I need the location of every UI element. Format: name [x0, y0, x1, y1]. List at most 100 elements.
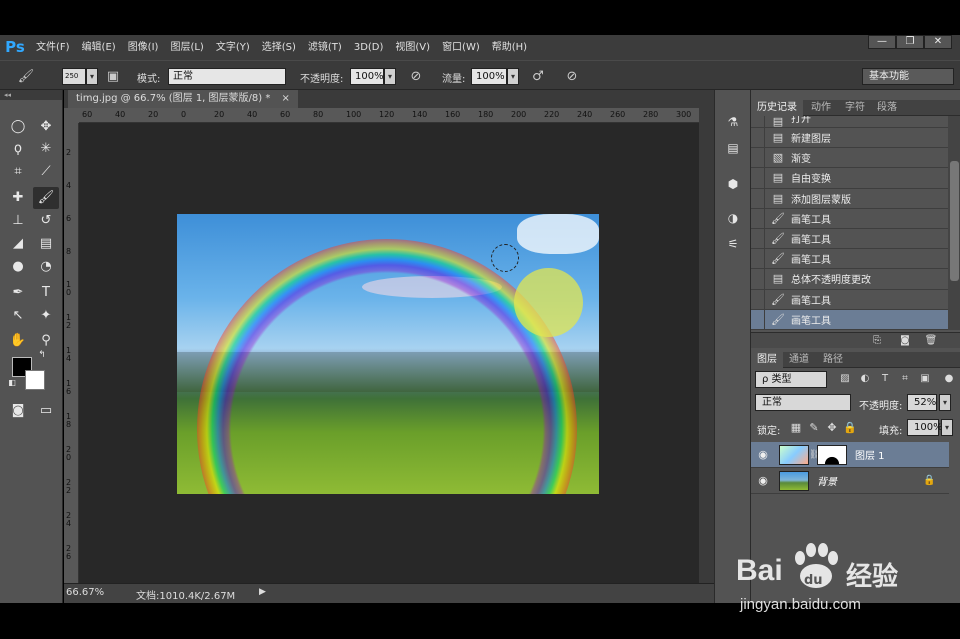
history-brush-tool-icon[interactable]: ↺	[33, 210, 59, 232]
layer-row-layer1[interactable]: ◉ ⛓ 图层 1	[751, 442, 949, 468]
type-tool-icon[interactable]: T	[33, 282, 59, 304]
menu-edit[interactable]: 编辑(E)	[76, 35, 122, 60]
toolbox-collapse-icon[interactable]: ◂◂	[0, 90, 62, 100]
path-selection-tool-icon[interactable]: ↖	[5, 305, 31, 327]
eyedropper-tool-icon[interactable]: ⟋	[33, 161, 59, 183]
brush-size-picker[interactable]: 250	[62, 68, 86, 85]
status-menu-arrow-icon[interactable]: ▶	[259, 587, 266, 597]
menu-select[interactable]: 选择(S)	[256, 35, 302, 60]
blend-mode-select[interactable]: 正常	[755, 394, 851, 411]
smart-object-filter-icon[interactable]: ▣	[917, 371, 933, 387]
brush-tool-icon[interactable]: 🖌	[33, 187, 59, 209]
lock-position-icon[interactable]: ✥	[825, 421, 839, 435]
lock-transparent-icon[interactable]: ▦	[789, 421, 803, 435]
tab-paragraph[interactable]: 段落	[871, 100, 903, 116]
chevron-down-icon[interactable]: ▾	[507, 68, 519, 85]
menu-3d[interactable]: 3D(D)	[348, 35, 390, 60]
menu-window[interactable]: 窗口(W)	[436, 35, 486, 60]
menu-help[interactable]: 帮助(H)	[486, 35, 533, 60]
menu-view[interactable]: 视图(V)	[389, 35, 436, 60]
document-tab[interactable]: timg.jpg @ 66.7% (图层 1, 图层蒙版/8) * ×	[68, 90, 298, 108]
chevron-down-icon[interactable]: ▾	[384, 68, 396, 85]
history-item[interactable]: ▧ 渐变	[751, 147, 948, 169]
pressure-size-icon[interactable]: ⊘	[562, 67, 582, 86]
tab-history[interactable]: 历史记录	[751, 100, 803, 116]
mode-select[interactable]: 正常	[168, 68, 286, 85]
fill-input[interactable]: 100%	[907, 419, 943, 436]
workspace-select[interactable]: 基本功能	[862, 68, 954, 85]
lock-all-icon[interactable]: 🔒	[843, 421, 857, 435]
scroll-thumb[interactable]	[950, 161, 959, 281]
background-color-swatch[interactable]	[25, 370, 45, 390]
vertical-ruler[interactable]: 2 4 6 8 1 0 1 2 1 4 1 6 1 8 2 0 2 2 2 4 …	[64, 123, 79, 583]
screen-mode-icon[interactable]: ▭	[33, 400, 59, 422]
brush-preset-icon[interactable]: 🖌	[16, 67, 36, 86]
adjustments-panel-icon[interactable]: ◑	[723, 208, 743, 228]
horizontal-ruler[interactable]: 60 40 20 0 20 40 60 80 100 120 140 160 1…	[79, 108, 699, 123]
minimize-button[interactable]: —	[868, 35, 896, 49]
tab-paths[interactable]: 路径	[817, 352, 849, 368]
chevron-down-icon[interactable]: ▾	[86, 68, 98, 85]
layer-filter-select[interactable]: ρ 类型	[755, 371, 827, 388]
snapshot-camera-icon[interactable]: ◙	[897, 333, 913, 349]
shape-filter-icon[interactable]: ⌗	[897, 371, 913, 387]
brush-presets-panel-icon[interactable]: ⚗	[723, 112, 743, 132]
history-scrollbar[interactable]	[948, 116, 960, 330]
lock-pixels-icon[interactable]: ✎	[807, 421, 821, 435]
history-item[interactable]: 🖌 画笔工具	[751, 289, 948, 310]
history-item[interactable]: 🖌 画笔工具	[751, 248, 948, 270]
quick-mask-icon[interactable]: ◙	[5, 400, 31, 422]
history-item-selected[interactable]: 🖌 画笔工具	[751, 309, 948, 330]
menu-filter[interactable]: 滤镜(T)	[302, 35, 348, 60]
link-icon[interactable]: ⛓	[809, 450, 820, 460]
gradient-tool-icon[interactable]: ▤	[33, 233, 59, 255]
type-filter-icon[interactable]: T	[877, 371, 893, 387]
history-item[interactable]: 🖌 画笔工具	[751, 208, 948, 229]
pen-tool-icon[interactable]: ✒	[5, 282, 31, 304]
tab-channels[interactable]: 通道	[783, 352, 815, 368]
layer-mask-thumbnail[interactable]	[817, 444, 847, 465]
zoom-level[interactable]: 66.67%	[66, 587, 112, 601]
clone-stamp-tool-icon[interactable]: ⊥	[5, 210, 31, 232]
menu-layer[interactable]: 图层(L)	[164, 35, 209, 60]
layer-opacity-input[interactable]: 52%	[907, 394, 937, 411]
history-item[interactable]: ▤ 添加图层蒙版	[751, 188, 948, 209]
shape-tool-icon[interactable]: ✦	[33, 305, 59, 327]
crop-tool-icon[interactable]: ⌗	[5, 161, 31, 183]
history-item[interactable]: 🖌 画笔工具	[751, 228, 948, 250]
chevron-down-icon[interactable]: ▾	[941, 419, 953, 436]
dodge-tool-icon[interactable]: ◔	[33, 256, 59, 278]
close-button[interactable]: ✕	[924, 35, 952, 49]
opacity-input[interactable]: 100%	[350, 68, 384, 85]
magic-wand-tool-icon[interactable]: ✳	[33, 138, 59, 160]
hand-tool-icon[interactable]: ✋	[5, 330, 31, 352]
eye-icon[interactable]: ◉	[751, 448, 775, 461]
restore-button[interactable]: ❐	[896, 35, 924, 49]
brush-panel-toggle-icon[interactable]: ▣	[103, 67, 123, 86]
3d-panel-icon[interactable]: ⬢	[723, 174, 743, 194]
history-item[interactable]: ▤ 总体不透明度更改	[751, 268, 948, 290]
history-item[interactable]: ▤ 自由变换	[751, 167, 948, 189]
menu-type[interactable]: 文字(Y)	[210, 35, 256, 60]
pressure-opacity-icon[interactable]: ⊘	[406, 67, 426, 86]
flow-input[interactable]: 100%	[471, 68, 507, 85]
tab-actions[interactable]: 动作	[805, 100, 837, 116]
close-tab-icon[interactable]: ×	[282, 93, 290, 104]
healing-brush-tool-icon[interactable]: ✚	[5, 187, 31, 209]
lasso-tool-icon[interactable]: ϙ	[5, 138, 31, 160]
default-colors-icon[interactable]: ◧	[6, 377, 18, 389]
blur-tool-icon[interactable]: ●	[5, 256, 31, 278]
move-tool-icon[interactable]: ✥	[33, 116, 59, 138]
eraser-tool-icon[interactable]: ◢	[5, 233, 31, 255]
chevron-down-icon[interactable]: ▾	[939, 394, 951, 411]
filter-toggle-icon[interactable]: ●	[941, 371, 957, 387]
brush-panel-icon[interactable]: ▤	[723, 138, 743, 158]
layer-row-background[interactable]: ◉ 背景 🔒	[751, 468, 949, 494]
menu-image[interactable]: 图像(I)	[122, 35, 165, 60]
pixel-filter-icon[interactable]: ▨	[837, 371, 853, 387]
eye-icon[interactable]: ◉	[751, 474, 775, 487]
tab-layers[interactable]: 图层	[751, 352, 783, 368]
swap-colors-icon[interactable]: ↰	[35, 348, 49, 362]
airbrush-icon[interactable]: ♂	[528, 67, 548, 86]
new-document-from-state-icon[interactable]: ⎘	[869, 333, 885, 349]
